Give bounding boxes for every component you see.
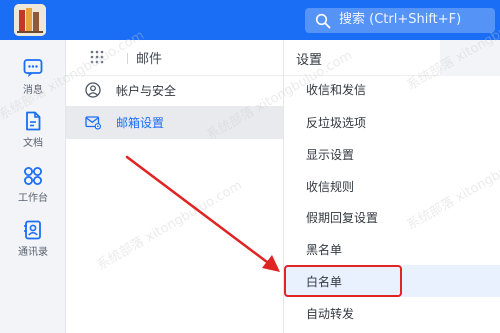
setting-item-inbox-rules[interactable]: 收信规则 [284, 170, 500, 202]
setting-item-label: 收信和发信 [306, 83, 367, 97]
setting-item-label: 自动转发 [306, 307, 355, 321]
settings-panel-header: 设置 [284, 40, 500, 76]
app-launcher-icon[interactable] [90, 50, 104, 64]
header-separator [127, 53, 128, 64]
message-icon [23, 59, 43, 77]
setting-item-auto-forward[interactable]: 自动转发 [284, 297, 500, 329]
menu-item-label: 帐户与安全 [116, 84, 177, 98]
setting-item-label: 反垃圾选项 [306, 116, 367, 130]
setting-item-label: 显示设置 [306, 148, 355, 162]
sidebar-item-messages[interactable]: 消息 [0, 57, 66, 101]
search-icon [315, 13, 331, 29]
setting-item-blacklist[interactable]: 黑名单 [284, 233, 500, 265]
contacts-icon [24, 220, 41, 240]
mail-panel: 邮件 帐户与安全 邮箱设置 [66, 40, 283, 333]
document-icon [26, 111, 41, 131]
mail-settings-icon [85, 116, 101, 130]
user-icon [85, 82, 101, 98]
menu-item-label: 邮箱设置 [116, 116, 165, 130]
search-input[interactable]: 搜索 (Ctrl+Shift+F) [305, 8, 495, 33]
header-shade [440, 40, 500, 76]
setting-item-vacation-reply[interactable]: 假期回复设置 [284, 201, 500, 233]
settings-panel-title: 设置 [296, 53, 323, 68]
sidebar-item-label: 消息 [23, 85, 43, 96]
sidebar-item-label: 文档 [23, 138, 43, 149]
setting-item-label: 黑名单 [306, 243, 343, 257]
sidebar-item-label: 工作台 [18, 193, 48, 204]
mail-panel-title: 邮件 [136, 52, 163, 67]
setting-item-anti-spam[interactable]: 反垃圾选项 [284, 106, 500, 138]
sidebar: 消息 文档 工作台 通讯录 [0, 40, 66, 333]
sidebar-item-workbench[interactable]: 工作台 [0, 165, 66, 209]
menu-item-account-security[interactable]: 帐户与安全 [66, 74, 283, 107]
avatar[interactable] [14, 4, 46, 36]
apps-grid-icon [24, 167, 42, 185]
search-placeholder: 搜索 (Ctrl+Shift+F) [339, 12, 462, 27]
setting-item-label: 假期回复设置 [306, 211, 379, 225]
sidebar-item-contacts[interactable]: 通讯录 [0, 219, 66, 263]
menu-item-mailbox-settings[interactable]: 邮箱设置 [66, 106, 283, 139]
setting-item-display[interactable]: 显示设置 [284, 138, 500, 170]
highlight-box [284, 265, 402, 297]
top-bar: 搜索 (Ctrl+Shift+F) [0, 0, 500, 40]
sidebar-item-label: 通讯录 [18, 247, 48, 258]
setting-item-send-receive[interactable]: 收信和发信 [284, 73, 500, 105]
sidebar-item-docs[interactable]: 文档 [0, 110, 66, 154]
setting-item-label: 收信规则 [306, 180, 355, 194]
mail-panel-header: 邮件 [66, 40, 283, 76]
